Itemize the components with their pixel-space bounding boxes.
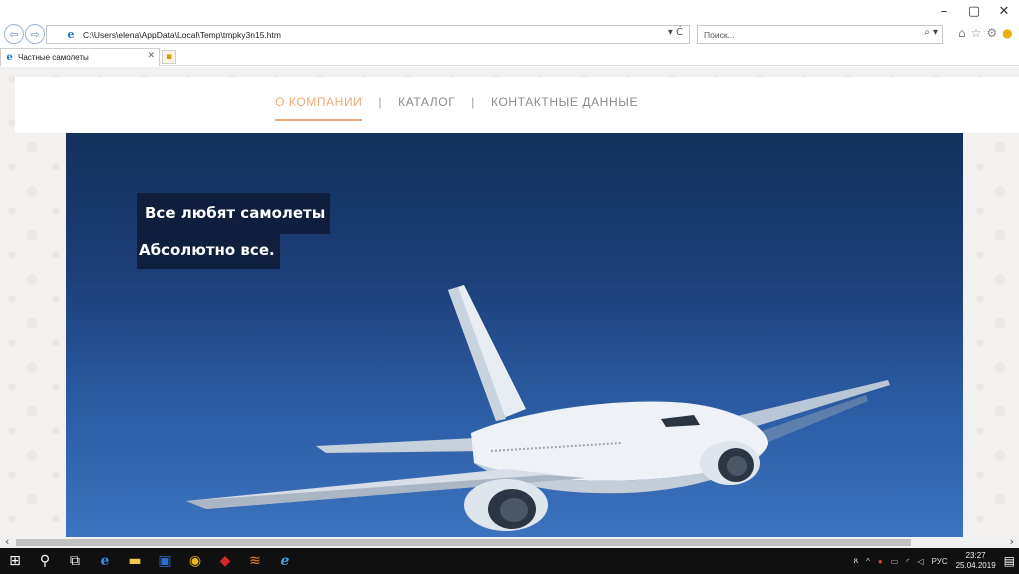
nav-separator: | xyxy=(378,95,383,109)
clock-date: 25.04.2019 xyxy=(955,561,996,570)
new-tab-icon: ▪ xyxy=(165,52,173,62)
browser-toolbar-icons: ⌂ ☆ ⚙ ● xyxy=(958,26,1013,40)
page-file-icon: e xyxy=(67,28,75,41)
edge-icon[interactable]: e xyxy=(90,548,120,574)
maximize-button[interactable]: ▢ xyxy=(959,0,989,22)
search-box[interactable]: Поиск... ⌕ ▾ xyxy=(697,25,943,44)
clock-time: 23:27 xyxy=(965,551,986,560)
address-text[interactable]: C:\Users\elena\AppData\Local\Temp\tmpky3… xyxy=(83,30,281,40)
home-icon[interactable]: ⌂ xyxy=(958,26,966,40)
wifi-icon[interactable]: ◜ xyxy=(906,557,909,566)
network-icon[interactable]: ▭ xyxy=(891,557,899,566)
sublime-icon[interactable]: ≋ xyxy=(240,548,270,574)
nav-separator: | xyxy=(471,95,476,109)
address-bar[interactable]: e C:\Users\elena\AppData\Local\Temp\tmpk… xyxy=(46,25,690,44)
nav-item-contacts[interactable]: КОНТАКТНЫЕ ДАННЫЕ xyxy=(491,95,638,109)
scroll-right-icon[interactable]: › xyxy=(1010,535,1014,548)
hero-banner: Все любят самолеты Абсолютно все. xyxy=(66,133,963,537)
hero-caption-line2: Абсолютно все. xyxy=(137,234,280,269)
word-icon[interactable]: ▣ xyxy=(150,548,180,574)
notifications-icon[interactable]: ▤ xyxy=(1004,554,1015,568)
smiley-feedback-icon[interactable]: ● xyxy=(1002,26,1012,40)
tab-strip: e Частные самолеты ✕ ▪ xyxy=(0,48,1019,66)
page-viewport: О КОМПАНИИ | КАТАЛОГ | КОНТАКТНЫЕ ДАННЫЕ xyxy=(0,67,1019,537)
settings-gear-icon[interactable]: ⚙ xyxy=(986,26,997,40)
windows-taskbar: ⊞ ⚲ ⧉ e ▬ ▣ ◉ ◆ ≋ e ጸ ^ ● ▭ ◜ ◁ РУС 23:2… xyxy=(0,548,1019,574)
task-view-icon[interactable]: ⧉ xyxy=(60,548,90,574)
tab-title: Частные самолеты xyxy=(18,53,89,62)
nav-item-about[interactable]: О КОМПАНИИ xyxy=(275,95,363,121)
tab-chastnye-samolety[interactable]: e Частные самолеты ✕ xyxy=(0,48,160,66)
chrome-icon[interactable]: ◉ xyxy=(180,548,210,574)
close-button[interactable]: ✕ xyxy=(989,0,1019,22)
tray-chevron-icon[interactable]: ^ xyxy=(866,557,870,566)
start-icon[interactable]: ⊞ xyxy=(0,548,30,574)
back-button[interactable]: ⇦ xyxy=(4,24,24,44)
refresh-icon[interactable]: ▾ Ċ xyxy=(668,27,683,38)
search-icon[interactable]: ⌕ ▾ xyxy=(924,27,938,38)
mcafee-icon[interactable]: ◆ xyxy=(210,548,240,574)
scroll-left-icon[interactable]: ‹ xyxy=(5,535,9,548)
clock[interactable]: 23:27 25.04.2019 xyxy=(956,551,996,571)
window-controls: – ▢ ✕ xyxy=(929,0,1019,24)
minimize-button[interactable]: – xyxy=(929,0,959,22)
volume-icon[interactable]: ◁ xyxy=(917,557,923,566)
forward-button[interactable]: ⇨ xyxy=(25,24,45,44)
internet-explorer-icon[interactable]: e xyxy=(270,548,300,574)
language-indicator[interactable]: РУС xyxy=(932,557,948,566)
system-tray: ጸ ^ ● ▭ ◜ ◁ РУС 23:27 25.04.2019 ▤ xyxy=(853,548,1019,574)
search-icon[interactable]: ⚲ xyxy=(30,548,60,574)
scrollbar-thumb[interactable] xyxy=(16,539,911,546)
tab-close-icon[interactable]: ✕ xyxy=(147,51,155,61)
back-arrow-icon: ⇦ xyxy=(9,27,19,41)
forward-arrow-icon: ⇨ xyxy=(30,27,40,41)
horizontal-scrollbar[interactable]: ‹ › xyxy=(0,535,1019,548)
address-bar-row: ⇦ ⇨ e C:\Users\elena\AppData\Local\Temp\… xyxy=(0,22,1019,48)
new-tab-button[interactable]: ▪ xyxy=(162,50,176,64)
ie-favicon-icon: e xyxy=(6,52,13,63)
nav-item-catalog[interactable]: КАТАЛОГ xyxy=(398,95,455,109)
people-icon[interactable]: ጸ xyxy=(853,556,858,566)
file-explorer-icon[interactable]: ▬ xyxy=(120,548,150,574)
search-input[interactable]: Поиск... xyxy=(698,30,735,40)
favorites-star-icon[interactable]: ☆ xyxy=(971,26,982,40)
antivirus-tray-icon[interactable]: ● xyxy=(878,557,883,566)
nav-menu: О КОМПАНИИ | КАТАЛОГ | КОНТАКТНЫЕ ДАННЫЕ xyxy=(275,95,638,121)
hero-caption-line1: Все любят самолеты xyxy=(137,193,331,234)
